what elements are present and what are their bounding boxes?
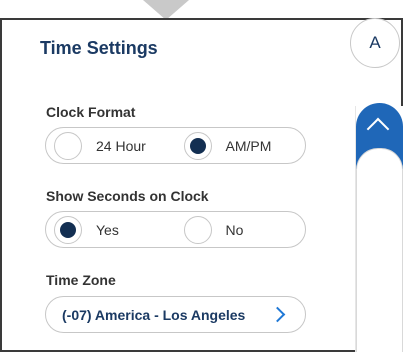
time-zone-label: Time Zone bbox=[46, 272, 116, 288]
show-seconds-toggle: Yes No bbox=[45, 211, 306, 248]
clock-format-label: Clock Format bbox=[46, 104, 136, 120]
avatar[interactable]: A bbox=[350, 18, 400, 68]
option-label-no: No bbox=[225, 221, 244, 238]
show-seconds-label: Show Seconds on Clock bbox=[46, 188, 209, 204]
chevron-right-icon bbox=[269, 306, 286, 323]
time-zone-select[interactable]: (-07) America - Los Angeles bbox=[45, 296, 306, 333]
option-label-24-hour: 24 Hour bbox=[96, 137, 146, 154]
option-label-yes: Yes bbox=[96, 221, 119, 238]
scrollbar-thumb[interactable] bbox=[356, 148, 403, 352]
clock-format-option-24-hour[interactable]: 24 Hour bbox=[46, 128, 176, 163]
show-seconds-option-yes[interactable]: Yes bbox=[46, 212, 176, 247]
panel-title: Time Settings bbox=[40, 38, 158, 58]
chevron-up-icon bbox=[366, 117, 390, 141]
radio-yes[interactable] bbox=[54, 215, 82, 244]
radio-no[interactable] bbox=[183, 215, 212, 244]
popover-pointer bbox=[143, 0, 189, 20]
time-zone-value: (-07) America - Los Angeles bbox=[62, 306, 246, 323]
show-seconds-option-no[interactable]: No bbox=[176, 212, 306, 247]
option-label-am-pm: AM/PM bbox=[225, 137, 272, 154]
clock-format-toggle: 24 Hour AM/PM bbox=[45, 127, 306, 164]
radio-am-pm[interactable] bbox=[183, 131, 212, 160]
radio-24-hour[interactable] bbox=[54, 131, 82, 160]
clock-format-option-am-pm[interactable]: AM/PM bbox=[176, 128, 306, 163]
